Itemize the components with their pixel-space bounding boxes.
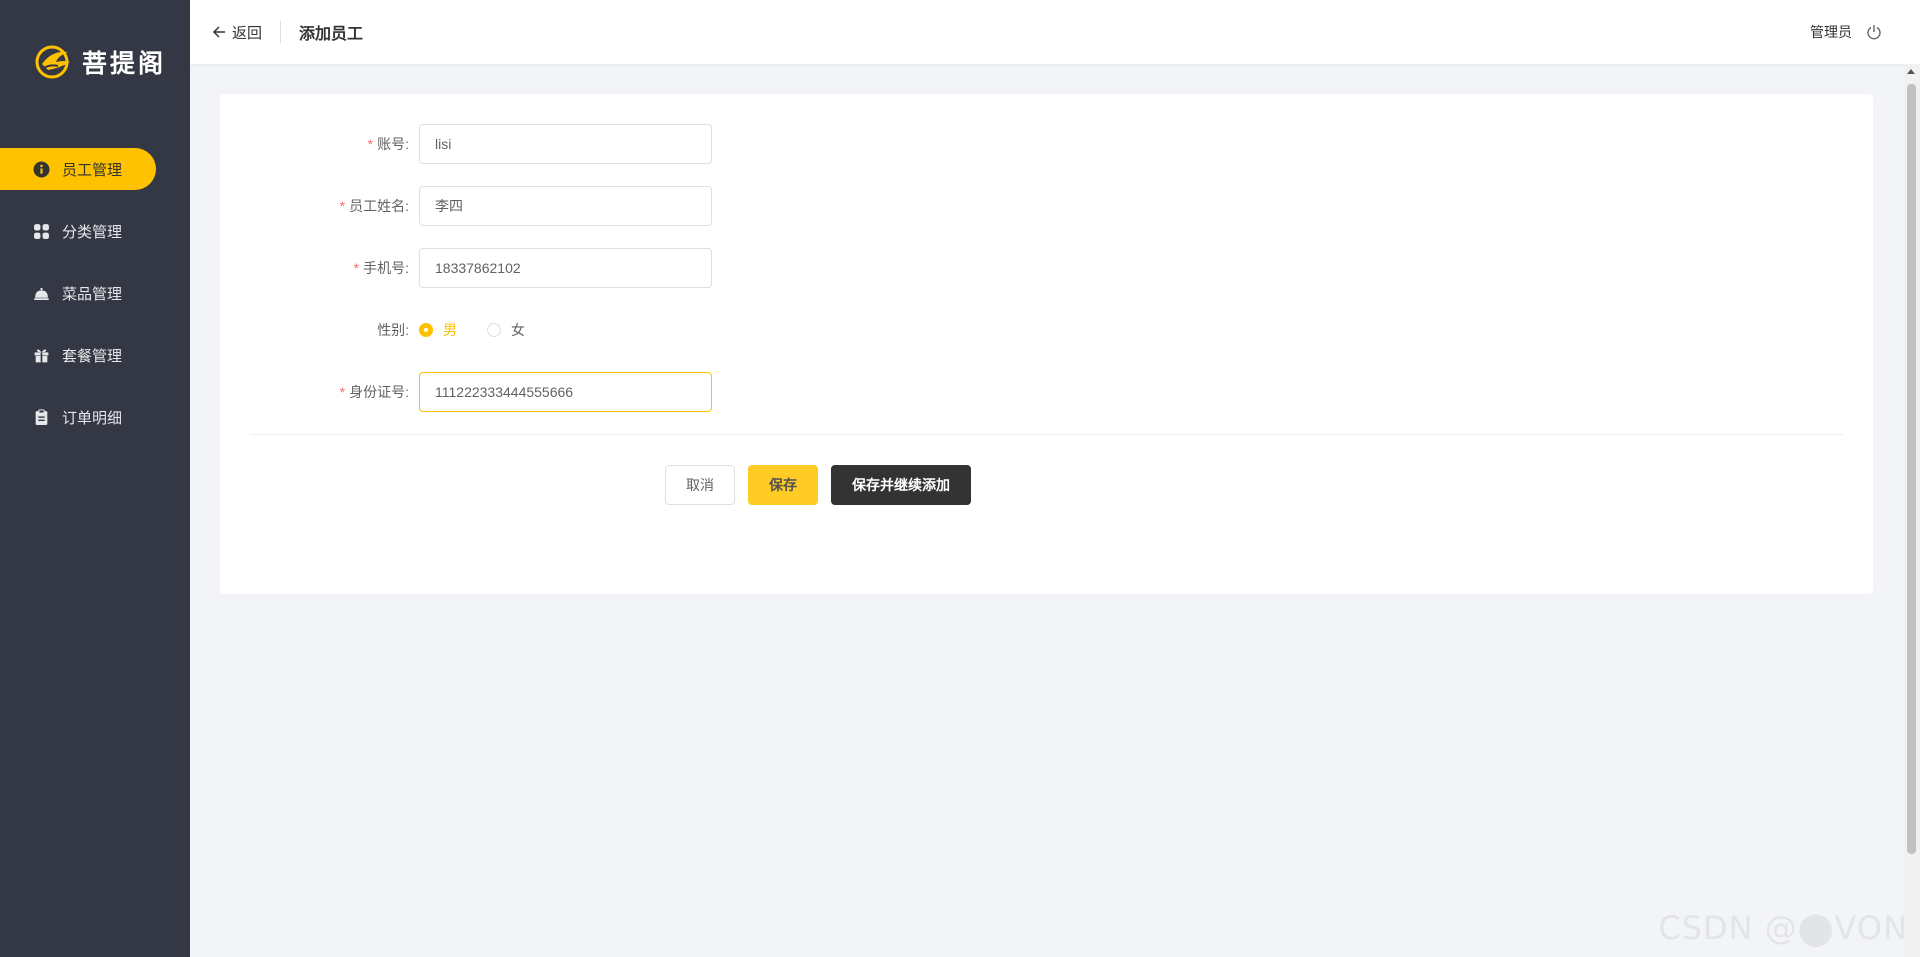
header-divider (280, 21, 282, 43)
app: 菩提阁 员工管理 分类管理 菜品管理 套餐管理 订单明细 返回 添加员工 管理员… (0, 0, 1920, 957)
required-mark: * (367, 136, 374, 152)
phone-row: * 手机号: (220, 248, 712, 288)
cancel-button[interactable]: 取消 (665, 465, 735, 505)
vertical-scrollbar[interactable] (1903, 64, 1920, 957)
top-header: 返回 添加员工 管理员 (190, 0, 1920, 64)
phone-input[interactable] (419, 248, 712, 288)
header-user-area: 管理员 (1810, 0, 1882, 64)
sidebar-item-label: 分类管理 (62, 223, 123, 241)
back-label: 返回 (232, 24, 263, 42)
brand-name: 菩提阁 (82, 49, 167, 78)
account-label: * 账号: (367, 136, 409, 152)
sidebar: 菩提阁 员工管理 分类管理 菜品管理 套餐管理 订单明细 (0, 0, 190, 957)
logo-icon (35, 45, 70, 79)
sidebar-item-label: 订单明细 (62, 409, 123, 427)
sidebar-item-dish[interactable]: 菜品管理 (0, 272, 190, 314)
sidebar-item-label: 菜品管理 (62, 285, 123, 303)
back-button[interactable]: 返回 (212, 22, 262, 43)
name-row: * 员工姓名: (220, 186, 712, 226)
info-circle-icon (33, 161, 50, 178)
required-mark: * (339, 384, 346, 400)
page-title: 添加员工 (299, 26, 364, 43)
arrow-left-icon (212, 26, 225, 38)
user-name: 管理员 (1810, 24, 1852, 40)
form-actions: 取消 保存 保存并继续添加 (665, 465, 971, 505)
sidebar-item-label: 套餐管理 (62, 347, 123, 365)
gender-radio-group: 男 女 (419, 320, 525, 340)
save-and-continue-button[interactable]: 保存并继续添加 (831, 465, 971, 505)
id-number-row: * 身份证号: (220, 372, 712, 412)
account-input[interactable] (419, 124, 712, 164)
gender-label: 性别: (377, 322, 409, 338)
power-icon[interactable] (1866, 24, 1882, 40)
name-label: * 员工姓名: (339, 198, 409, 214)
save-button[interactable]: 保存 (748, 465, 818, 505)
brand-logo: 菩提阁 (34, 42, 166, 82)
grid-icon (33, 223, 50, 240)
cloche-icon (33, 285, 50, 302)
sidebar-item-label: 员工管理 (62, 161, 123, 179)
radio-unchecked-icon (487, 323, 501, 337)
id-number-input[interactable] (419, 372, 712, 412)
gift-icon (33, 347, 50, 364)
sidebar-item-orders[interactable]: 订单明细 (0, 396, 190, 438)
radio-checked-icon (419, 323, 433, 337)
clipboard-icon (33, 408, 50, 426)
sidebar-nav: 员工管理 分类管理 菜品管理 套餐管理 订单明细 (0, 148, 190, 458)
employee-form-card: *账号: *员工姓名: *手机号: 性别: 男 女 (220, 94, 1873, 594)
scroll-thumb[interactable] (1907, 84, 1916, 854)
radio-label: 男 (443, 322, 457, 338)
watermark: CSDN @⬤VON (1658, 909, 1908, 947)
required-mark: * (353, 260, 360, 276)
gender-radio-female[interactable]: 女 (487, 320, 525, 340)
id-number-label: * 身份证号: (339, 384, 409, 400)
radio-label: 女 (511, 322, 525, 338)
required-mark: * (339, 198, 346, 214)
gender-row: 性别: 男 女 (220, 310, 525, 350)
sidebar-item-employee[interactable]: 员工管理 (0, 148, 156, 190)
name-input[interactable] (419, 186, 712, 226)
account-row: * 账号: (220, 124, 712, 164)
phone-label: * 手机号: (353, 260, 409, 276)
scroll-up-arrow-icon[interactable] (1907, 69, 1915, 74)
sidebar-item-category[interactable]: 分类管理 (0, 210, 190, 252)
gender-radio-male[interactable]: 男 (419, 320, 457, 340)
sidebar-item-setmeal[interactable]: 套餐管理 (0, 334, 190, 376)
form-divider (250, 434, 1843, 435)
